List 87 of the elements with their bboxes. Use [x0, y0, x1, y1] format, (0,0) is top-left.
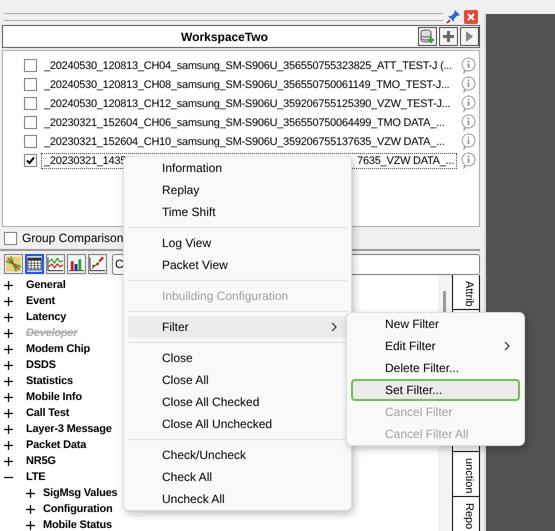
checkbox[interactable]	[24, 135, 37, 148]
menu-item[interactable]: Replay	[128, 179, 347, 201]
bar-view-button[interactable]	[67, 254, 86, 274]
expand-icon[interactable]	[4, 360, 13, 370]
menu-item[interactable]: Check/Uncheck	[128, 444, 347, 466]
info-icon[interactable]	[461, 114, 476, 131]
tree-item[interactable]: NR5G	[26, 455, 56, 467]
menu-item[interactable]: Edit Filter	[351, 335, 520, 357]
chevron-icon	[504, 341, 510, 351]
tree-item[interactable]: Latency	[26, 311, 66, 323]
expand-icon[interactable]	[4, 408, 13, 418]
info-icon[interactable]	[461, 133, 476, 150]
line-view-button[interactable]	[46, 254, 65, 274]
tree-item[interactable]: General	[26, 279, 66, 291]
chevron-icon	[331, 322, 337, 332]
tree-item[interactable]: LTE	[26, 471, 46, 483]
play-icon	[465, 30, 474, 43]
close-icon[interactable]	[464, 10, 478, 24]
expand-icon[interactable]	[4, 344, 13, 354]
checkbox[interactable]	[24, 97, 37, 110]
menu-item[interactable]: Time Shift	[128, 201, 347, 223]
checkbox[interactable]	[24, 154, 37, 167]
side-tab[interactable]: Attrib	[453, 275, 479, 310]
expand-icon[interactable]	[4, 280, 13, 290]
workspace-title: WorkspaceTwo	[180, 30, 269, 44]
file-name[interactable]: _20230321_1435	[42, 154, 128, 168]
play-button[interactable]	[460, 27, 479, 46]
file-name[interactable]: _20240530_120813_CH08_samsung_SM-S906U_356550750061149_TMO_TEST-J...	[42, 78, 452, 92]
expand-icon[interactable]	[26, 504, 35, 514]
expand-icon[interactable]	[4, 424, 13, 434]
info-icon[interactable]	[461, 57, 476, 74]
tree-item[interactable]: Layer-3 Message	[26, 423, 112, 435]
checkbox[interactable]	[4, 232, 17, 244]
tree-item[interactable]: Modem Chip	[26, 343, 90, 355]
info-icon[interactable]	[461, 152, 476, 169]
tree-item[interactable]: Mobile Status	[43, 519, 112, 531]
checkbox[interactable]	[24, 78, 37, 91]
expand-icon[interactable]	[4, 456, 13, 466]
tree-item[interactable]: Packet Data	[26, 439, 86, 451]
side-tab[interactable]: Repo	[453, 496, 479, 531]
menu-item[interactable]: Close	[128, 347, 347, 369]
pin-icon[interactable]	[446, 9, 461, 24]
info-icon[interactable]	[461, 76, 476, 93]
tree-item[interactable]: Event	[26, 295, 55, 307]
expand-icon[interactable]	[4, 376, 13, 386]
add-button[interactable]	[439, 27, 458, 46]
file-name[interactable]: _20240530_120813_CH12_samsung_SM-S906U_359206755125390_VZW_TEST-J...	[42, 96, 452, 110]
expand-icon[interactable]	[26, 520, 35, 530]
expand-icon[interactable]	[4, 392, 13, 402]
menu-item[interactable]: Uncheck All	[128, 488, 347, 510]
add-database-button[interactable]	[418, 27, 437, 46]
info-icon[interactable]	[461, 95, 476, 112]
expand-icon[interactable]	[4, 312, 13, 322]
table-view-button[interactable]	[25, 254, 44, 274]
expand-icon[interactable]	[26, 488, 35, 498]
file-name[interactable]: _20240530_120813_CH04_samsung_SM-S906U_356550755323825_ATT_TEST-J (...	[42, 58, 454, 72]
database-plus-icon	[420, 29, 435, 44]
expand-icon[interactable]	[4, 440, 13, 450]
menu-item[interactable]: Packet View	[128, 254, 347, 276]
map-view-button[interactable]	[4, 254, 23, 274]
file-name[interactable]: 7635_VZW DATA_...	[355, 154, 456, 168]
menu-item[interactable]: Close All Checked	[128, 391, 347, 413]
tree-item[interactable]: SigMsg Values	[43, 487, 118, 499]
grip-handle[interactable]	[4, 12, 443, 20]
plus-icon	[442, 30, 455, 43]
side-tab[interactable]: unction	[453, 451, 479, 497]
scatter-view-button[interactable]	[88, 254, 107, 274]
menu-item[interactable]: Information	[128, 157, 347, 179]
menu-item[interactable]: Close All Unchecked	[128, 413, 347, 435]
checkbox[interactable]	[24, 59, 37, 72]
file-name[interactable]: _20230321_152604_CH10_samsung_SM-S906U_359206755137635_VZW DATA_...	[42, 134, 447, 148]
menu-item[interactable]: Delete Filter...	[351, 357, 520, 379]
menu-item[interactable]: Close All	[128, 369, 347, 391]
tree-item[interactable]: Call Test	[26, 407, 70, 419]
checkbox[interactable]	[24, 116, 37, 129]
menu-item[interactable]: Check All	[128, 466, 347, 488]
menu-item[interactable]: New Filter	[351, 313, 520, 335]
file-name[interactable]: _20230321_152604_CH06_samsung_SM-S906U_356550750064499_TMO DATA_...	[42, 116, 447, 130]
tree-item[interactable]: DSDS	[26, 359, 56, 371]
menu-item[interactable]: Set Filter...	[351, 379, 520, 401]
expand-icon[interactable]	[4, 296, 13, 306]
tree-item[interactable]: Mobile Info	[26, 391, 82, 403]
tree-item[interactable]: Statistics	[26, 375, 73, 387]
menu-item[interactable]: Log View	[128, 232, 347, 254]
menu-item[interactable]: Filter	[128, 316, 347, 338]
tree-item[interactable]: Configuration	[43, 503, 112, 515]
group-comparison-label[interactable]: Group Comparison	[22, 231, 124, 245]
